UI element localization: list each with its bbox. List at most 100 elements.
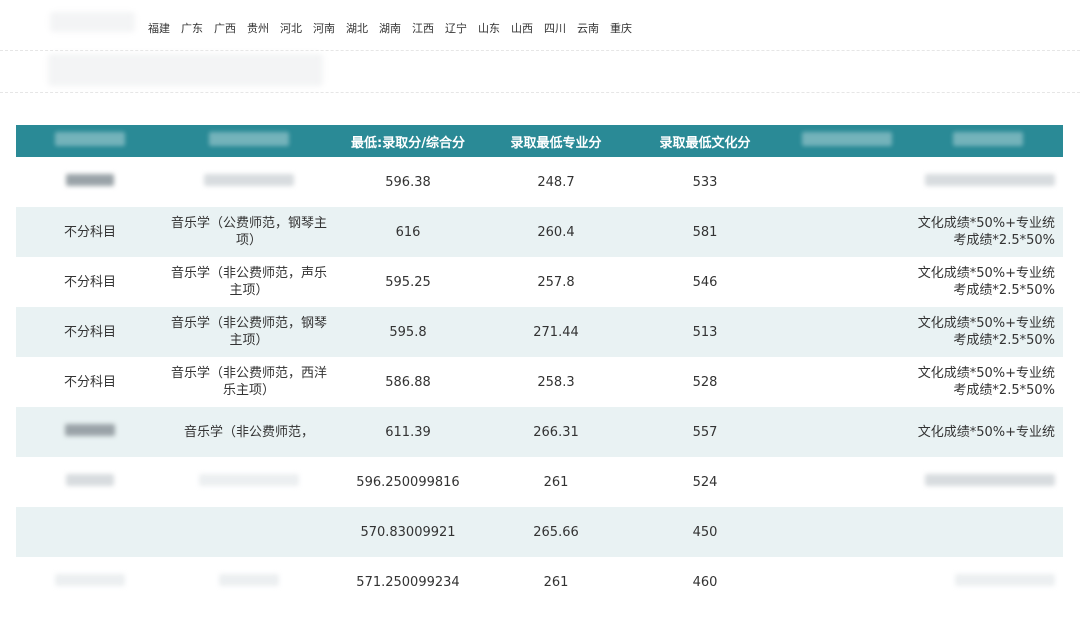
cell-rule: 文化成绩*50%+专业统	[913, 407, 1063, 457]
province-item-henan[interactable]: 河南	[313, 20, 335, 36]
cell-subject: 不分科目	[63, 374, 116, 390]
cell-min-score: 595.25	[385, 274, 431, 290]
cell-subject	[16, 457, 164, 507]
province-item-jiangxi[interactable]: 江西	[412, 20, 434, 36]
cell-min-score: 611.39	[334, 407, 482, 457]
table-header-row: 最低:录取分/综合分 录取最低专业分 录取最低文化分	[16, 125, 1063, 157]
cell-blank	[780, 407, 913, 457]
cell-min-culture: 460	[692, 574, 718, 590]
cell-subject	[16, 557, 164, 607]
table-row: 音乐学（非公费师范， 611.39 266.31 557 文化成绩*50%+专业…	[16, 407, 1063, 457]
cell-min-major: 258.3	[537, 374, 575, 390]
cell-min-score: 595.8	[334, 307, 482, 357]
cell-min-score: 596.250099816	[356, 474, 460, 490]
cell-blank	[780, 557, 913, 607]
cell-major: 音乐学（非公费师范，钢琴主项）	[164, 307, 334, 357]
cell-min-major: 271.44	[482, 307, 630, 357]
province-item-hebei[interactable]: 河北	[280, 20, 302, 36]
province-item-hubei[interactable]: 湖北	[346, 20, 368, 36]
cell-rule: 文化成绩*50%+专业统考成绩*2.5*50%	[917, 366, 1055, 398]
table-row: 不分科目 音乐学（非公费师范，钢琴主项） 595.8 271.44 513 文化…	[16, 307, 1063, 357]
cell-blank	[780, 357, 913, 407]
province-item-guangdong[interactable]: 广东	[181, 20, 203, 36]
blurred-label	[50, 12, 135, 32]
province-item-hunan[interactable]: 湖南	[379, 20, 401, 36]
cell-min-culture: 524	[692, 474, 718, 490]
cell-major	[164, 507, 334, 557]
cell-min-score: 570.83009921	[334, 507, 482, 557]
header-min-major-score: 录取最低专业分	[482, 125, 630, 157]
cell-blank	[780, 457, 913, 507]
province-item-guizhou[interactable]: 贵州	[247, 20, 269, 36]
cell-rule	[913, 507, 1063, 557]
cell-major: 音乐学（非公费师范，	[164, 407, 334, 457]
cell-major: 音乐学（非公费师范，声乐主项）	[170, 266, 327, 298]
secondary-filter-bar	[0, 50, 1080, 93]
header-subject	[16, 125, 164, 157]
province-item-shanxi[interactable]: 山西	[511, 20, 533, 36]
cell-subject: 不分科目	[16, 307, 164, 357]
cell-rule: 文化成绩*50%+专业统考成绩*2.5*50%	[917, 266, 1055, 298]
cell-min-major: 261	[543, 574, 569, 590]
header-blank	[780, 125, 913, 157]
cell-subject	[16, 507, 164, 557]
province-item-guangxi[interactable]: 广西	[214, 20, 236, 36]
cell-min-culture: 513	[630, 307, 780, 357]
table-row: 596.250099816 261 524	[16, 457, 1063, 507]
province-filter-bar: 福建 广东 广西 贵州 河北 河南 湖北 湖南 江西 辽宁 山东 山西 四川 云…	[0, 0, 1080, 51]
header-major	[164, 125, 334, 157]
cell-rule	[913, 457, 1063, 507]
cell-min-major: 265.66	[482, 507, 630, 557]
province-item-chongqing[interactable]: 重庆	[610, 20, 632, 36]
cell-min-major: 257.8	[537, 274, 575, 290]
cell-min-score: 571.250099234	[356, 574, 460, 590]
table-row: 596.38 248.7 533	[16, 157, 1063, 207]
cell-major	[164, 457, 334, 507]
table-row: 不分科目 音乐学（非公费师范，声乐主项） 595.25 257.8 546 文化…	[16, 257, 1063, 307]
cell-min-score: 586.88	[385, 374, 431, 390]
cell-min-major: 260.4	[482, 207, 630, 257]
cell-major: 音乐学（非公费师范，西洋乐主项）	[170, 366, 327, 398]
cell-rule	[913, 557, 1063, 607]
cell-major	[164, 157, 334, 207]
cell-min-culture: 581	[630, 207, 780, 257]
header-rule	[913, 125, 1063, 157]
cell-min-culture: 528	[692, 374, 718, 390]
province-item-sichuan[interactable]: 四川	[544, 20, 566, 36]
cell-min-culture: 533	[692, 174, 718, 190]
header-min-culture-score: 录取最低文化分	[630, 125, 780, 157]
cell-blank	[780, 307, 913, 357]
cell-subject: 不分科目	[16, 207, 164, 257]
admission-score-table: 最低:录取分/综合分 录取最低专业分 录取最低文化分 596.38 248.7 …	[16, 125, 1063, 607]
header-min-score: 最低:录取分/综合分	[334, 125, 482, 157]
province-item-liaoning[interactable]: 辽宁	[445, 20, 467, 36]
province-list: 福建 广东 广西 贵州 河北 河南 湖北 湖南 江西 辽宁 山东 山西 四川 云…	[148, 20, 632, 36]
province-item-fujian[interactable]: 福建	[148, 20, 170, 36]
table-row: 不分科目 音乐学（非公费师范，西洋乐主项） 586.88 258.3 528 文…	[16, 357, 1063, 407]
cell-min-culture: 546	[692, 274, 718, 290]
cell-subject	[16, 407, 164, 457]
cell-min-score: 616	[334, 207, 482, 257]
cell-min-score: 596.38	[385, 174, 431, 190]
cell-major: 音乐学（公费师范，钢琴主项）	[164, 207, 334, 257]
table-row: 不分科目 音乐学（公费师范，钢琴主项） 616 260.4 581 文化成绩*5…	[16, 207, 1063, 257]
cell-major	[164, 557, 334, 607]
blurred-filter	[48, 54, 323, 86]
cell-subject	[16, 157, 164, 207]
cell-min-culture: 450	[630, 507, 780, 557]
cell-blank	[780, 257, 913, 307]
cell-blank	[780, 157, 913, 207]
cell-rule: 文化成绩*50%+专业统考成绩*2.5*50%	[913, 307, 1063, 357]
table-row: 570.83009921 265.66 450	[16, 507, 1063, 557]
cell-min-major: 261	[543, 474, 569, 490]
cell-rule: 文化成绩*50%+专业统考成绩*2.5*50%	[913, 207, 1063, 257]
cell-min-culture: 557	[630, 407, 780, 457]
cell-subject: 不分科目	[63, 274, 116, 290]
province-item-shandong[interactable]: 山东	[478, 20, 500, 36]
cell-blank	[780, 207, 913, 257]
table-row: 571.250099234 261 460	[16, 557, 1063, 607]
cell-rule	[913, 157, 1063, 207]
cell-blank	[780, 507, 913, 557]
province-item-yunnan[interactable]: 云南	[577, 20, 599, 36]
cell-min-major: 248.7	[537, 174, 575, 190]
